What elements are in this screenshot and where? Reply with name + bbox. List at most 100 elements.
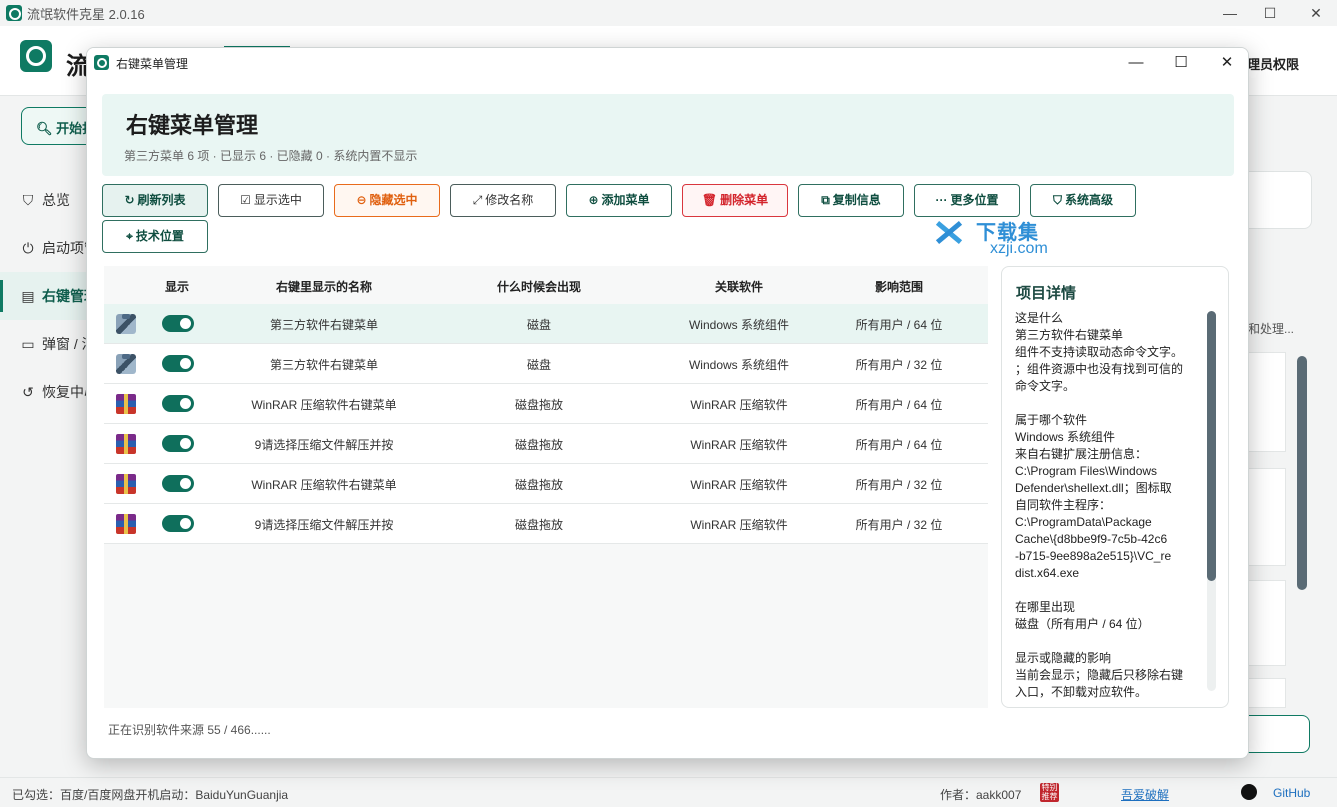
- row-software: WinRAR 压缩软件: [690, 438, 788, 452]
- hide-selected-icon: ⊖: [356, 193, 367, 207]
- background-list-item: [1248, 468, 1286, 566]
- column-header-shown[interactable]: 显示: [152, 278, 202, 295]
- dialog-close-icon[interactable]: ✕: [1204, 48, 1248, 78]
- maximize-icon[interactable]: ☐: [1247, 0, 1293, 26]
- table-row[interactable]: WinRAR 压缩软件右键菜单 磁盘拖放 WinRAR 压缩软件 所有用户 / 32 …: [104, 464, 988, 504]
- detail-line: ；组件资源中也没有找到可信的: [1015, 362, 1184, 376]
- dialog-titlebar: 右键菜单管理 — ☐ ✕: [87, 48, 1248, 78]
- seal-icon: 特别推荐: [1040, 783, 1059, 802]
- detail-line: 磁盘（所有用户 / 64 位）: [1015, 617, 1150, 631]
- dialog-minimize-icon[interactable]: —: [1113, 48, 1159, 78]
- system-advanced-icon: ⛉: [1052, 193, 1062, 207]
- detail-line: 命令文字。: [1015, 379, 1076, 393]
- row-software: WinRAR 压缩软件: [690, 398, 788, 412]
- github-icon[interactable]: [1241, 784, 1257, 800]
- sidebar-item[interactable]: ⛉ 总览: [0, 176, 86, 224]
- shield-icon: ⛉: [22, 192, 34, 208]
- background-list-item: [1248, 580, 1286, 666]
- close-icon[interactable]: ✕: [1293, 0, 1337, 26]
- row-when: 磁盘拖放: [514, 518, 563, 532]
- row-when: 磁盘拖放: [514, 398, 563, 412]
- show-toggle[interactable]: [162, 475, 194, 492]
- detail-scrollbar[interactable]: [1207, 311, 1216, 581]
- winrar-icon: [116, 394, 136, 414]
- tech-location-button[interactable]: ⌖ 技术位置: [102, 220, 208, 253]
- delete-menu-button[interactable]: 🗑 删除菜单: [682, 184, 788, 217]
- detail-line: -b715-9ee898a2e515}\VC_re: [1015, 549, 1172, 563]
- toolbar-button-label: 系统高级: [1065, 193, 1114, 207]
- sidebar-item[interactable]: ▭ 弹窗 / 浮: [0, 320, 86, 368]
- power-icon: ⏻: [22, 240, 34, 256]
- detail-title: 项目详情: [1016, 285, 1077, 302]
- detail-line: 自同软件主程序：: [1015, 498, 1112, 512]
- table-row[interactable]: 9请选择压缩文件解压并按 磁盘拖放 WinRAR 压缩软件 所有用户 / 32 位: [104, 504, 988, 544]
- table-row[interactable]: 第三方软件右键菜单 磁盘 Windows 系统组件 所有用户 / 32 位: [104, 344, 988, 384]
- row-software: WinRAR 压缩软件: [690, 518, 788, 532]
- detail-line: Windows 系统组件: [1015, 430, 1116, 444]
- rename-button[interactable]: ⤢ 修改名称: [450, 184, 556, 217]
- show-toggle[interactable]: [162, 515, 194, 532]
- show-selected-button[interactable]: ☑ 显示选中: [218, 184, 324, 217]
- detail-line: 属于哪个软件: [1015, 413, 1088, 427]
- column-header-scope[interactable]: 影响范围: [829, 278, 969, 295]
- toolbar-button-label: 刷新列表: [137, 193, 186, 207]
- toolbar-button-label: 显示选中: [253, 193, 302, 207]
- more-locations-button[interactable]: ··· 更多位置: [914, 184, 1020, 217]
- app-logo: [20, 40, 52, 72]
- detail-line: 组件不支持读取动态命令文字。: [1015, 345, 1184, 359]
- toolbar-button-label: 更多位置: [950, 193, 999, 207]
- context-menu-table: 显示 右键里显示的名称 什么时候会出现 关联软件 影响范围 第三方软件右键菜单磁…: [104, 266, 988, 708]
- show-toggle[interactable]: [162, 395, 194, 412]
- sidebar: ⛉ 总览 ⏻ 启动项管 ▤ 右键管理 ▭ 弹窗 / 浮 ↺ 恢复中心: [0, 176, 86, 416]
- sidebar-item[interactable]: ▤ 右键管理: [0, 272, 86, 320]
- background-scrollbar[interactable]: [1297, 356, 1307, 590]
- sidebar-item[interactable]: ⏻ 启动项管: [0, 224, 86, 272]
- background-button[interactable]: [1248, 715, 1310, 753]
- main-titlebar: 流氓软件克星 2.0.16 — ☐ ✕: [0, 0, 1337, 26]
- dialog-app-icon: [94, 55, 109, 70]
- row-scope: 所有用户 / 32 位: [855, 478, 943, 492]
- show-toggle[interactable]: [162, 355, 194, 372]
- table-row[interactable]: 9请选择压缩文件解压并按 磁盘拖放 WinRAR 压缩软件 所有用户 / 64 位: [104, 424, 988, 464]
- show-toggle[interactable]: [162, 435, 194, 452]
- refresh-list-button[interactable]: ↻ 刷新列表: [102, 184, 208, 217]
- show-toggle[interactable]: [162, 315, 194, 332]
- sidebar-item-label: 右键管理: [42, 288, 86, 304]
- background-list-item: [1248, 678, 1286, 708]
- column-header-software[interactable]: 关联软件: [664, 278, 814, 295]
- defender-icon: [116, 314, 136, 334]
- column-header-when[interactable]: 什么时候会出现: [464, 278, 614, 295]
- detail-panel: 项目详情 这是什么 第三方软件右键菜单 组件不支持读取动态命令文字。 ；组件资源中也没…: [1001, 266, 1229, 708]
- row-scope: 所有用户 / 32 位: [855, 518, 943, 532]
- detail-body: 这是什么 第三方软件右键菜单 组件不支持读取动态命令文字。 ；组件资源中也没有找到可信…: [1015, 310, 1195, 701]
- add-menu-icon: ⊕: [588, 193, 599, 207]
- column-header-name[interactable]: 右键里显示的名称: [234, 278, 414, 295]
- row-scope: 所有用户 / 32 位: [855, 358, 943, 372]
- detail-line: [1015, 582, 1195, 599]
- popup-icon: ▭: [21, 336, 35, 352]
- dialog-maximize-icon[interactable]: ☐: [1158, 48, 1204, 78]
- detail-line: 这是什么: [1015, 311, 1064, 325]
- row-name: 9请选择压缩文件解压并按: [254, 518, 394, 532]
- copy-info-button[interactable]: ⧉ 复制信息: [798, 184, 904, 217]
- watermark-en: xzji.com: [990, 240, 1048, 257]
- watermark-icon: [932, 222, 966, 254]
- table-row[interactable]: WinRAR 压缩软件右键菜单 磁盘拖放 WinRAR 压缩软件 所有用户 / 64 …: [104, 384, 988, 424]
- detail-line: 在哪里出现: [1015, 600, 1076, 614]
- sidebar-item-label: 启动项管: [42, 240, 86, 256]
- github-link[interactable]: GitHub: [1273, 786, 1310, 800]
- sidebar-item[interactable]: ↺ 恢复中心: [0, 368, 86, 416]
- detail-line: C:\ProgramData\Package: [1015, 515, 1152, 529]
- dialog-title: 右键菜单管理: [116, 57, 189, 71]
- sidebar-item-label: 弹窗 / 浮: [42, 336, 86, 352]
- detail-line: 来自右键扩展注册信息：: [1015, 447, 1148, 461]
- crack-link[interactable]: 吾爱破解: [1121, 786, 1169, 803]
- hide-selected-button[interactable]: ⊖ 隐藏选中: [334, 184, 440, 217]
- banner-title: 右键菜单管理: [126, 113, 259, 138]
- system-advanced-button[interactable]: ⛉ 系统高级: [1030, 184, 1136, 217]
- table-row[interactable]: 第三方软件右键菜单 磁盘 Windows 系统组件 所有用户 / 64 位: [104, 304, 988, 344]
- detail-line: [1015, 395, 1195, 412]
- toolbar-button-label: 隐藏选中: [369, 193, 418, 207]
- search-icon: 🔍︎: [36, 121, 53, 136]
- add-menu-button[interactable]: ⊕ 添加菜单: [566, 184, 672, 217]
